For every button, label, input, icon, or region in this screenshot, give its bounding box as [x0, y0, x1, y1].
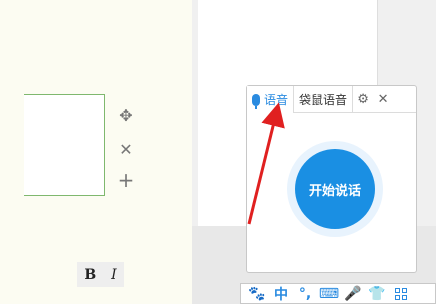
tab-voice[interactable]: 语音 [247, 86, 295, 113]
format-toolbar: B I [77, 262, 124, 287]
toolbox-icon[interactable] [389, 284, 413, 304]
close-icon[interactable]: ✕ [117, 140, 135, 159]
voice-input-panel: 语音 袋鼠语音 ⚙ ✕ 开始说话 [246, 85, 417, 273]
punctuation-icon[interactable]: °, [293, 284, 317, 304]
microphone-icon[interactable]: 🎤 [341, 284, 365, 304]
microphone-icon [252, 93, 260, 109]
voice-tabs: 语音 袋鼠语音 ⚙ ✕ [247, 86, 416, 113]
italic-button[interactable]: I [111, 267, 117, 283]
add-icon[interactable]: + [117, 168, 135, 192]
grid-icon [395, 287, 407, 300]
ime-status-bar: 🐾 中 °, ⌨ 🎤 👕 [240, 283, 436, 304]
tab-kangaroo-voice[interactable]: 袋鼠语音 [294, 86, 354, 113]
text-edit-box[interactable]: B I [24, 94, 124, 287]
document-area: B I ✥ ✕ + [0, 0, 192, 304]
start-speaking-ring: 开始说话 [287, 141, 383, 237]
panel-close-icon[interactable]: ✕ [373, 86, 393, 113]
tab-voice-label: 语音 [264, 93, 289, 107]
start-speaking-button[interactable]: 开始说话 [295, 149, 375, 229]
soft-keyboard-icon[interactable]: ⌨ [317, 284, 341, 304]
bold-button[interactable]: B [84, 267, 96, 283]
paw-icon[interactable]: 🐾 [245, 284, 269, 304]
move-icon[interactable]: ✥ [117, 106, 135, 125]
settings-icon[interactable]: ⚙ [353, 86, 373, 113]
tab-kangaroo-label: 袋鼠语音 [299, 93, 348, 107]
skin-icon[interactable]: 👕 [365, 284, 389, 304]
chinese-mode-icon[interactable]: 中 [269, 284, 293, 304]
